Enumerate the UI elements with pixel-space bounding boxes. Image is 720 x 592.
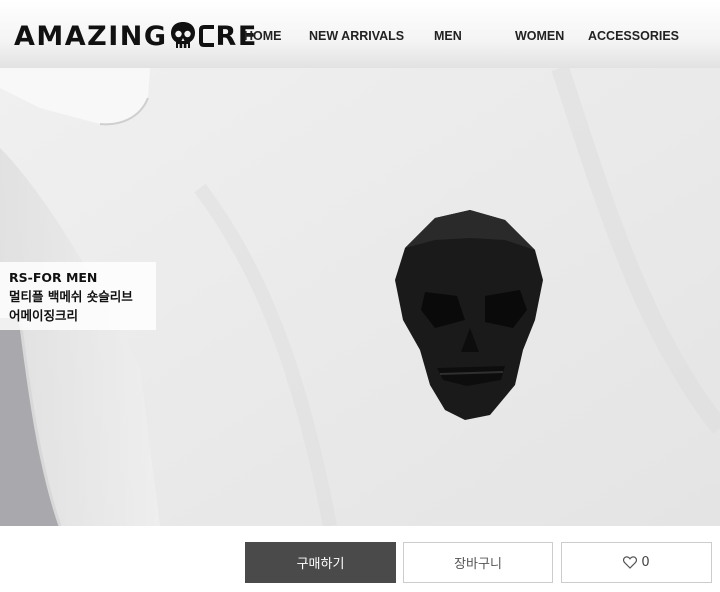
like-button[interactable]: 0 (561, 542, 712, 583)
heart-icon (623, 556, 638, 569)
add-to-cart-button[interactable]: 장바구니 (403, 542, 553, 583)
product-brand: 어메이징크리 (9, 308, 79, 323)
buy-button[interactable]: 구매하기 (245, 542, 396, 583)
product-caption: RS-FOR MEN 멀티플 백메쉬 숏슬리브 어메이징크리 (0, 262, 156, 330)
site-header: AMAZING RE HOME NEW ARRIVALS MEN WOMEN A… (0, 0, 720, 68)
like-count: 0 (641, 555, 650, 570)
nav-new-arrivals[interactable]: NEW ARRIVALS (309, 29, 404, 43)
nav-accessories[interactable]: ACCESSORIES (588, 29, 679, 43)
product-title: RS-FOR MEN (9, 270, 98, 285)
nav-home[interactable]: HOME (244, 29, 282, 43)
main-nav: HOME NEW ARRIVALS MEN WOMEN ACCESSORIES (0, 0, 720, 68)
nav-women[interactable]: WOMEN (515, 29, 564, 43)
product-subtitle: 멀티플 백메쉬 숏슬리브 (9, 289, 133, 304)
nav-men[interactable]: MEN (434, 29, 462, 43)
product-hero-image: RS-FOR MEN 멀티플 백메쉬 숏슬리브 어메이징크리 (0, 68, 720, 526)
